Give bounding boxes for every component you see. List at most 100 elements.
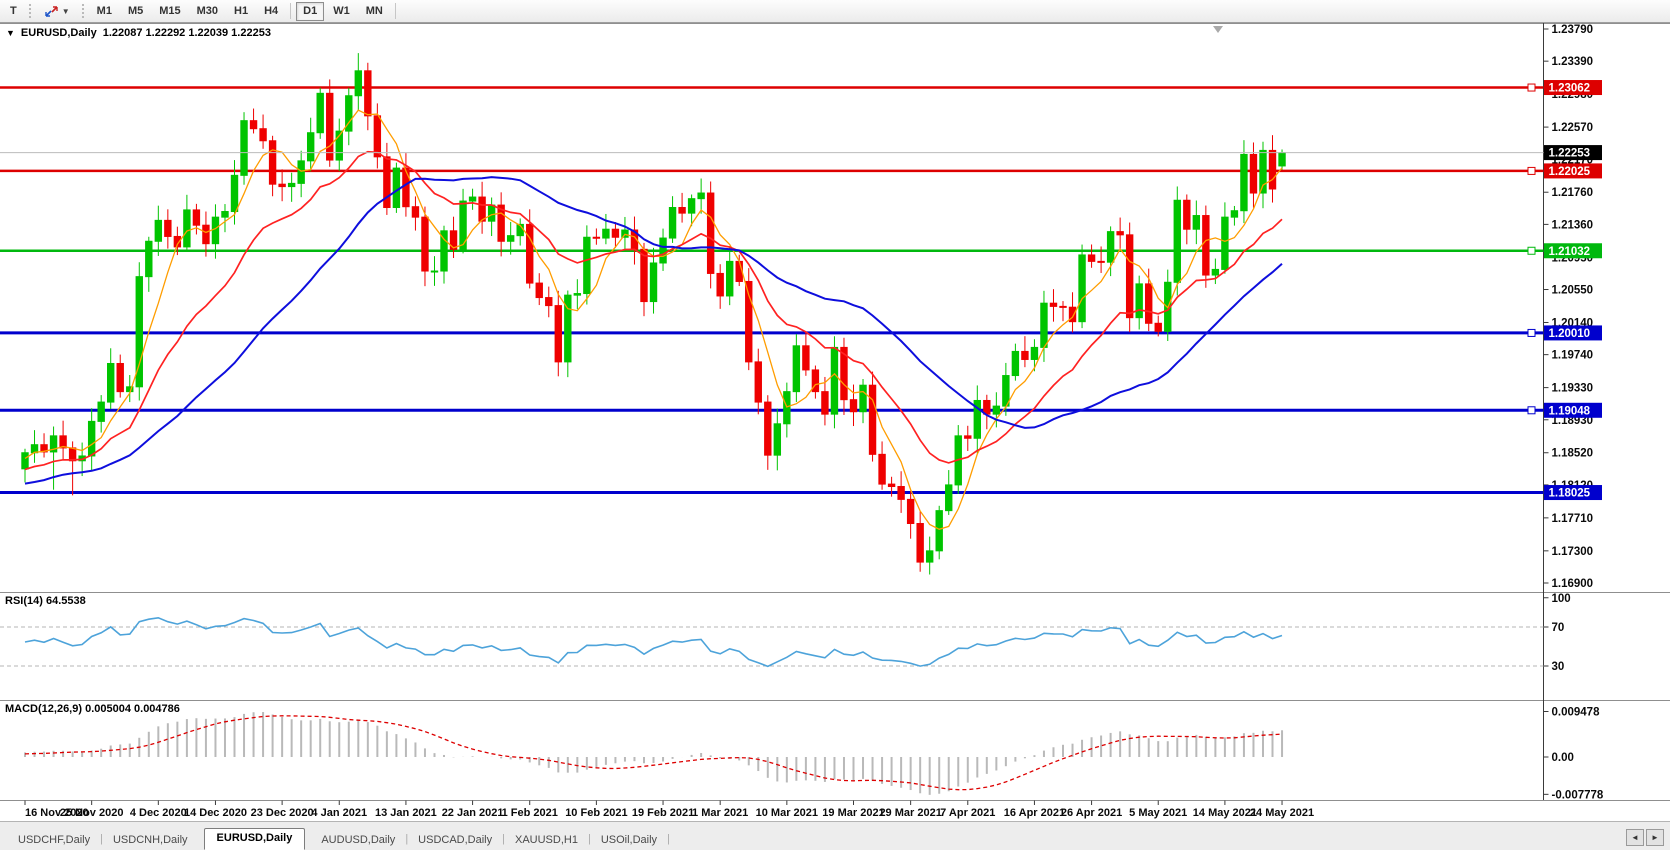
date-label: 4 Dec 2020 (130, 807, 187, 819)
timeframe-button-h4[interactable]: H4 (257, 2, 285, 21)
date-label: 10 Mar 2021 (756, 807, 818, 819)
timeframe-button-m1[interactable]: M1 (90, 2, 119, 21)
ohlc-values: 1.22087 1.22292 1.22039 1.22253 (103, 27, 271, 39)
level-lines[interactable] (0, 84, 1544, 493)
tab-scroll-controls: ◄ ► (1626, 829, 1664, 846)
svg-text:0.00: 0.00 (1552, 752, 1574, 764)
dropdown-caret-icon: ▼ (62, 7, 70, 16)
svg-text:1.19330: 1.19330 (1552, 383, 1594, 395)
tab-eurusd[interactable]: EURUSD,Daily (204, 828, 306, 850)
svg-text:1.23390: 1.23390 (1552, 56, 1594, 68)
cursor-arrows-icon (44, 5, 59, 18)
svg-text:-0.007778: -0.007778 (1552, 789, 1604, 801)
chart-tab-bar: USDCHF,Daily | USDCNH,Daily EURUSD,Daily AUD… (0, 821, 1670, 850)
tab-usdcnh[interactable]: USDCNH,Daily (103, 831, 198, 850)
svg-text:1.23790: 1.23790 (1552, 24, 1594, 36)
svg-text:1.17710: 1.17710 (1552, 513, 1594, 525)
moving-averages (25, 110, 1282, 529)
svg-text:0.009478: 0.009478 (1552, 707, 1601, 719)
date-label: 7 Apr 2021 (940, 807, 995, 819)
price-axis[interactable]: 1.237901.233901.229801.225701.221701.217… (1544, 24, 1594, 590)
date-axis[interactable]: 16 Nov 202025 Nov 20204 Dec 202014 Dec 2… (25, 801, 1314, 820)
rsi-line (25, 618, 1282, 667)
date-label: 16 Apr 2021 (1004, 807, 1065, 819)
svg-text:30: 30 (1552, 661, 1565, 673)
candles (22, 53, 1285, 574)
timeframe-button-m15[interactable]: M15 (152, 2, 187, 21)
svg-text:1.18520: 1.18520 (1552, 448, 1594, 460)
date-label: 25 Nov 2020 (60, 807, 124, 819)
rsi-panel: 100 70 30 (0, 593, 1571, 673)
level-handle[interactable] (1528, 407, 1535, 414)
timeframe-button-w1[interactable]: W1 (326, 2, 357, 21)
date-label: 10 Feb 2021 (565, 807, 627, 819)
mt4-window: { "toolbar": { "type_tool_label": "T", "… (0, 0, 1670, 850)
rsi-indicator-label: RSI(14) 64.5538 (5, 595, 86, 607)
timeframe-button-d1[interactable]: D1 (296, 2, 324, 21)
level-handle[interactable] (1528, 247, 1535, 254)
svg-text:1.22570: 1.22570 (1552, 122, 1594, 134)
date-label: 19 Feb 2021 (632, 807, 694, 819)
tab-usdchf[interactable]: USDCHF,Daily (8, 831, 100, 850)
tab-usdcad[interactable]: USDCAD,Daily (408, 831, 502, 850)
chart-window[interactable]: 1.237901.233901.229801.225701.221701.217… (0, 23, 1670, 821)
level-handle[interactable] (1528, 167, 1535, 174)
toolbar-grip[interactable] (81, 3, 86, 19)
svg-text:1.19048: 1.19048 (1549, 405, 1591, 417)
svg-text:100: 100 (1552, 593, 1571, 605)
timeframe-button-m30[interactable]: M30 (190, 2, 225, 21)
tab-usoil[interactable]: USOil,Daily (591, 831, 667, 850)
timeframe-button-h1[interactable]: H1 (227, 2, 255, 21)
svg-text:1.20550: 1.20550 (1552, 285, 1594, 297)
cursor-tool-button[interactable]: ▼ (37, 2, 77, 21)
timeframe-button-mn[interactable]: MN (359, 2, 390, 21)
svg-text:70: 70 (1552, 622, 1565, 634)
svg-text:1.22025: 1.22025 (1549, 166, 1591, 178)
date-label: 23 Dec 2020 (251, 807, 314, 819)
tab-separator: | (667, 833, 670, 845)
chart-canvas[interactable]: 1.237901.233901.229801.225701.221701.217… (0, 23, 1670, 821)
tab-xauusd[interactable]: XAUUSD,H1 (505, 831, 588, 850)
svg-text:1.23062: 1.23062 (1549, 83, 1591, 95)
timeframe-button-m5[interactable]: M5 (121, 2, 150, 21)
date-label: 22 Jan 2021 (442, 807, 504, 819)
svg-text:1.21360: 1.21360 (1552, 219, 1594, 231)
level-handle[interactable] (1528, 84, 1535, 91)
date-label: 5 May 2021 (1129, 807, 1187, 819)
date-label: 14 May 2021 (1193, 807, 1257, 819)
symbol-dropdown-icon[interactable]: ▼ (6, 28, 15, 38)
toolbar-separator (395, 3, 396, 19)
timeframe-toolbar: M1M5M15M30H1H4 D1W1MN (89, 2, 391, 21)
svg-text:1.21760: 1.21760 (1552, 187, 1594, 199)
svg-text:1.22253: 1.22253 (1549, 148, 1591, 160)
top-toolbar: T ▼ M1M5M15M30H1H4 D1W1MN (0, 0, 1670, 23)
chart-shift-marker[interactable] (1213, 26, 1223, 33)
tab-audusd[interactable]: AUDUSD,Daily (311, 831, 405, 850)
chart-tabs: USDCHF,Daily | USDCNH,Daily EURUSD,Daily AUD… (8, 828, 1620, 850)
macd-panel: 0.009478 0.00 -0.007778 (25, 707, 1604, 802)
date-label: 26 Apr 2021 (1061, 807, 1122, 819)
tab-scroll-right-button[interactable]: ► (1646, 829, 1664, 846)
chart-title: ▼ EURUSD,Daily 1.22087 1.22292 1.22039 1… (6, 27, 271, 39)
toolbar-separator (290, 3, 291, 19)
date-label: 29 Mar 2021 (879, 807, 941, 819)
svg-text:1.21032: 1.21032 (1549, 246, 1591, 258)
date-label: 14 Dec 2020 (184, 807, 247, 819)
tab-scroll-left-button[interactable]: ◄ (1626, 829, 1644, 846)
level-handle[interactable] (1528, 329, 1535, 336)
date-label: 1 Feb 2021 (502, 807, 558, 819)
macd-signal-line (25, 716, 1282, 790)
macd-indicator-label: MACD(12,26,9) 0.005004 0.004786 (5, 703, 180, 715)
date-label: 19 Mar 2021 (822, 807, 884, 819)
symbol-timeframe-label: EURUSD,Daily (21, 27, 97, 39)
toolbar-grip[interactable] (28, 3, 33, 19)
date-label: 13 Jan 2021 (375, 807, 437, 819)
svg-text:1.20010: 1.20010 (1549, 328, 1591, 340)
date-label: 24 May 2021 (1250, 807, 1314, 819)
svg-text:1.17300: 1.17300 (1552, 546, 1594, 558)
svg-text:1.16900: 1.16900 (1552, 578, 1594, 590)
ma-fast-line (25, 110, 1282, 529)
svg-text:1.18025: 1.18025 (1549, 488, 1591, 500)
text-tool-button[interactable]: T (3, 2, 24, 21)
date-label: 4 Jan 2021 (311, 807, 367, 819)
